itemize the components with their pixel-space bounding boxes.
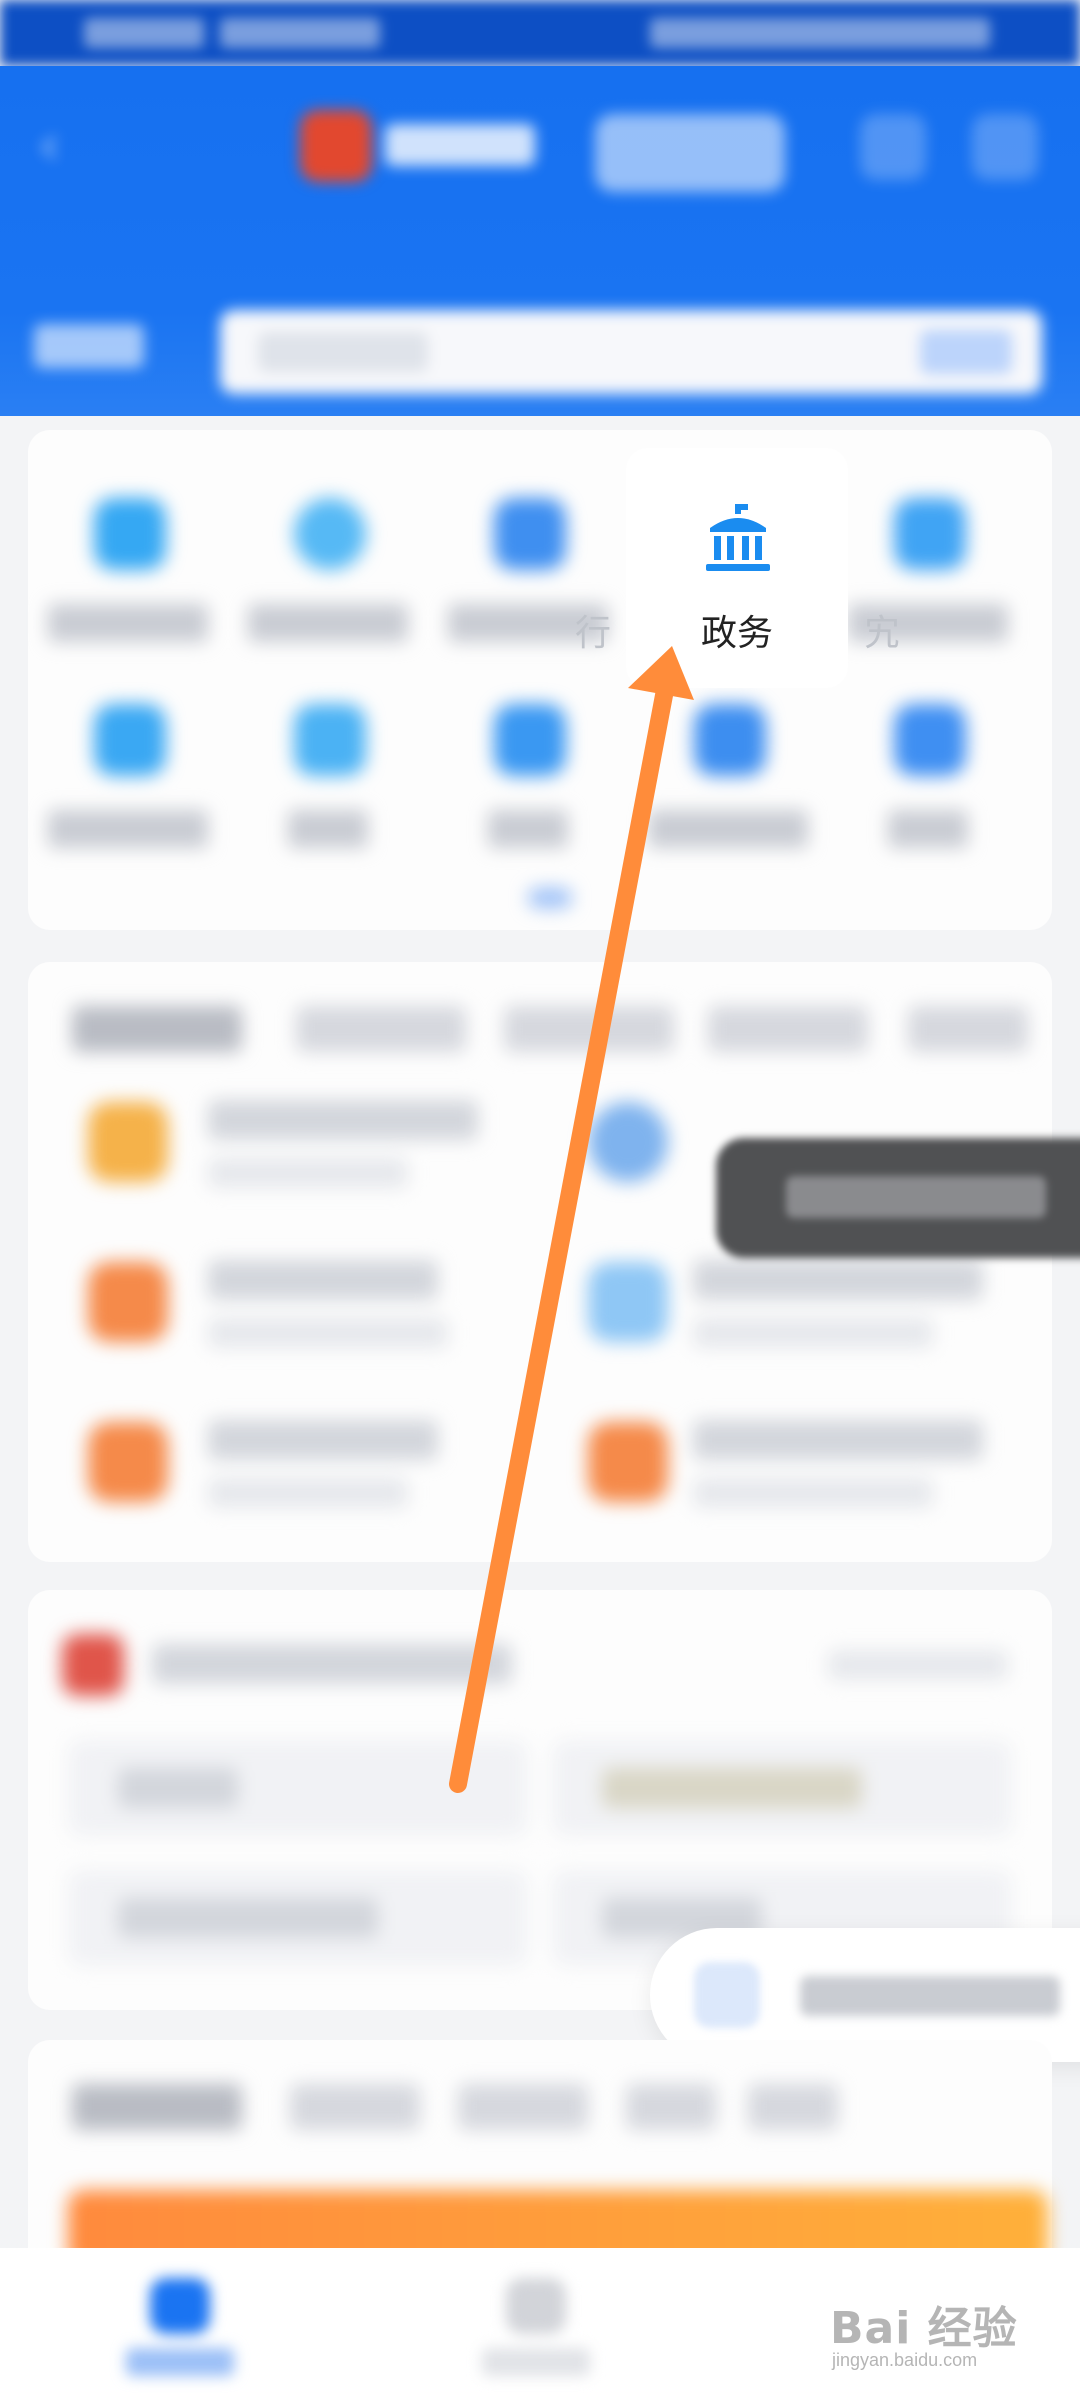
service-item[interactable]: [828, 430, 1028, 642]
list-item-icon: [588, 1422, 668, 1502]
status-network: [220, 18, 380, 48]
tab-item[interactable]: [296, 1006, 466, 1052]
status-icons: [650, 18, 990, 48]
service-icon: [694, 704, 766, 776]
department-title: [152, 1644, 512, 1684]
list-item-title: [208, 1420, 438, 1460]
service-icon: [94, 704, 166, 776]
service-label-partial: 宄: [864, 613, 901, 654]
department-item[interactable]: [68, 1870, 528, 1966]
service-icon: [894, 498, 966, 570]
service-label: [888, 810, 968, 848]
watermark-brand: Bai 经验: [830, 2303, 1018, 2354]
service-item[interactable]: [28, 636, 228, 848]
nav-item-home[interactable]: [120, 2278, 240, 2388]
baidu-jingyan-watermark: Bai 经验 jingyan.baidu.com: [826, 2274, 1066, 2384]
service-item[interactable]: [828, 636, 1028, 848]
list-item-subtitle: [208, 1478, 408, 1508]
list-item-subtitle: [693, 1318, 933, 1348]
user-icon: [506, 2278, 566, 2334]
list-item-icon: [88, 1102, 168, 1182]
watermark-url: jingyan.baidu.com: [832, 2350, 978, 2370]
service-label-partial: 行: [575, 613, 612, 654]
department-item[interactable]: [68, 1740, 528, 1836]
service-label: [288, 810, 368, 848]
service-icon: [294, 498, 366, 570]
news-tab[interactable]: [748, 2084, 838, 2130]
tab-item[interactable]: [908, 1006, 1028, 1052]
service-item[interactable]: [428, 430, 628, 642]
news-tab[interactable]: [290, 2084, 420, 2130]
service-item-government[interactable]: 政务: [626, 448, 848, 688]
floating-action-button[interactable]: [716, 1138, 1080, 1258]
list-item-title: [208, 1100, 478, 1140]
service-icon: [494, 498, 566, 570]
government-building-icon: [706, 504, 770, 571]
list-item-title: [208, 1260, 438, 1300]
tab-item[interactable]: [708, 1006, 868, 1052]
header-illustration: [595, 114, 785, 192]
news-tab[interactable]: [72, 2084, 242, 2130]
app-header: ‹: [0, 66, 1080, 416]
nav-label: [482, 2348, 590, 2376]
city-selector[interactable]: [34, 324, 144, 368]
nav-item-user[interactable]: [476, 2278, 596, 2388]
service-icon: [894, 704, 966, 776]
department-logo: [62, 1634, 124, 1696]
floating-button-label: [786, 1176, 1046, 1218]
search-placeholder: [258, 332, 428, 372]
service-list-card: [28, 962, 1052, 1562]
list-item-title: [693, 1420, 983, 1460]
search-button[interactable]: [920, 330, 1012, 374]
nav-label: [126, 2348, 234, 2376]
list-item-subtitle: [208, 1318, 448, 1348]
list-item-title: [693, 1260, 983, 1300]
news-tab[interactable]: [626, 2084, 716, 2130]
consult-label: [800, 1976, 1060, 2016]
service-label: [48, 810, 208, 848]
department-more-link[interactable]: [828, 1650, 1008, 1680]
news-tab[interactable]: [458, 2084, 588, 2130]
header-menu-button[interactable]: [972, 114, 1038, 180]
service-label: [488, 810, 568, 848]
list-item-icon: [588, 1102, 668, 1182]
status-bar: [0, 0, 1080, 66]
header-action-button[interactable]: [860, 114, 926, 180]
service-label: [648, 810, 808, 848]
service-item[interactable]: [228, 636, 428, 848]
service-item[interactable]: [428, 636, 628, 848]
list-item-subtitle: [208, 1158, 408, 1188]
service-label-government: 政务: [700, 613, 773, 654]
service-item[interactable]: [28, 430, 228, 642]
list-item-subtitle: [693, 1478, 933, 1508]
tab-item[interactable]: [504, 1006, 674, 1052]
expand-chevron-icon[interactable]: [528, 888, 572, 908]
service-icon: [294, 704, 366, 776]
consult-icon: [694, 1962, 760, 2028]
search-input[interactable]: [220, 310, 1042, 394]
list-item-icon: [88, 1262, 168, 1342]
service-icon: [494, 704, 566, 776]
app-logo: [300, 110, 372, 182]
service-icon: [94, 498, 166, 570]
list-item-icon: [88, 1422, 168, 1502]
list-item-icon: [588, 1262, 668, 1342]
service-item[interactable]: [228, 430, 428, 642]
department-item[interactable]: [552, 1740, 1012, 1836]
back-arrow-icon[interactable]: ‹: [38, 116, 82, 176]
home-icon: [150, 2278, 210, 2334]
status-time: [84, 18, 204, 48]
service-grid: [28, 430, 1052, 930]
tab-item[interactable]: [72, 1006, 242, 1052]
app-name: [385, 124, 535, 166]
